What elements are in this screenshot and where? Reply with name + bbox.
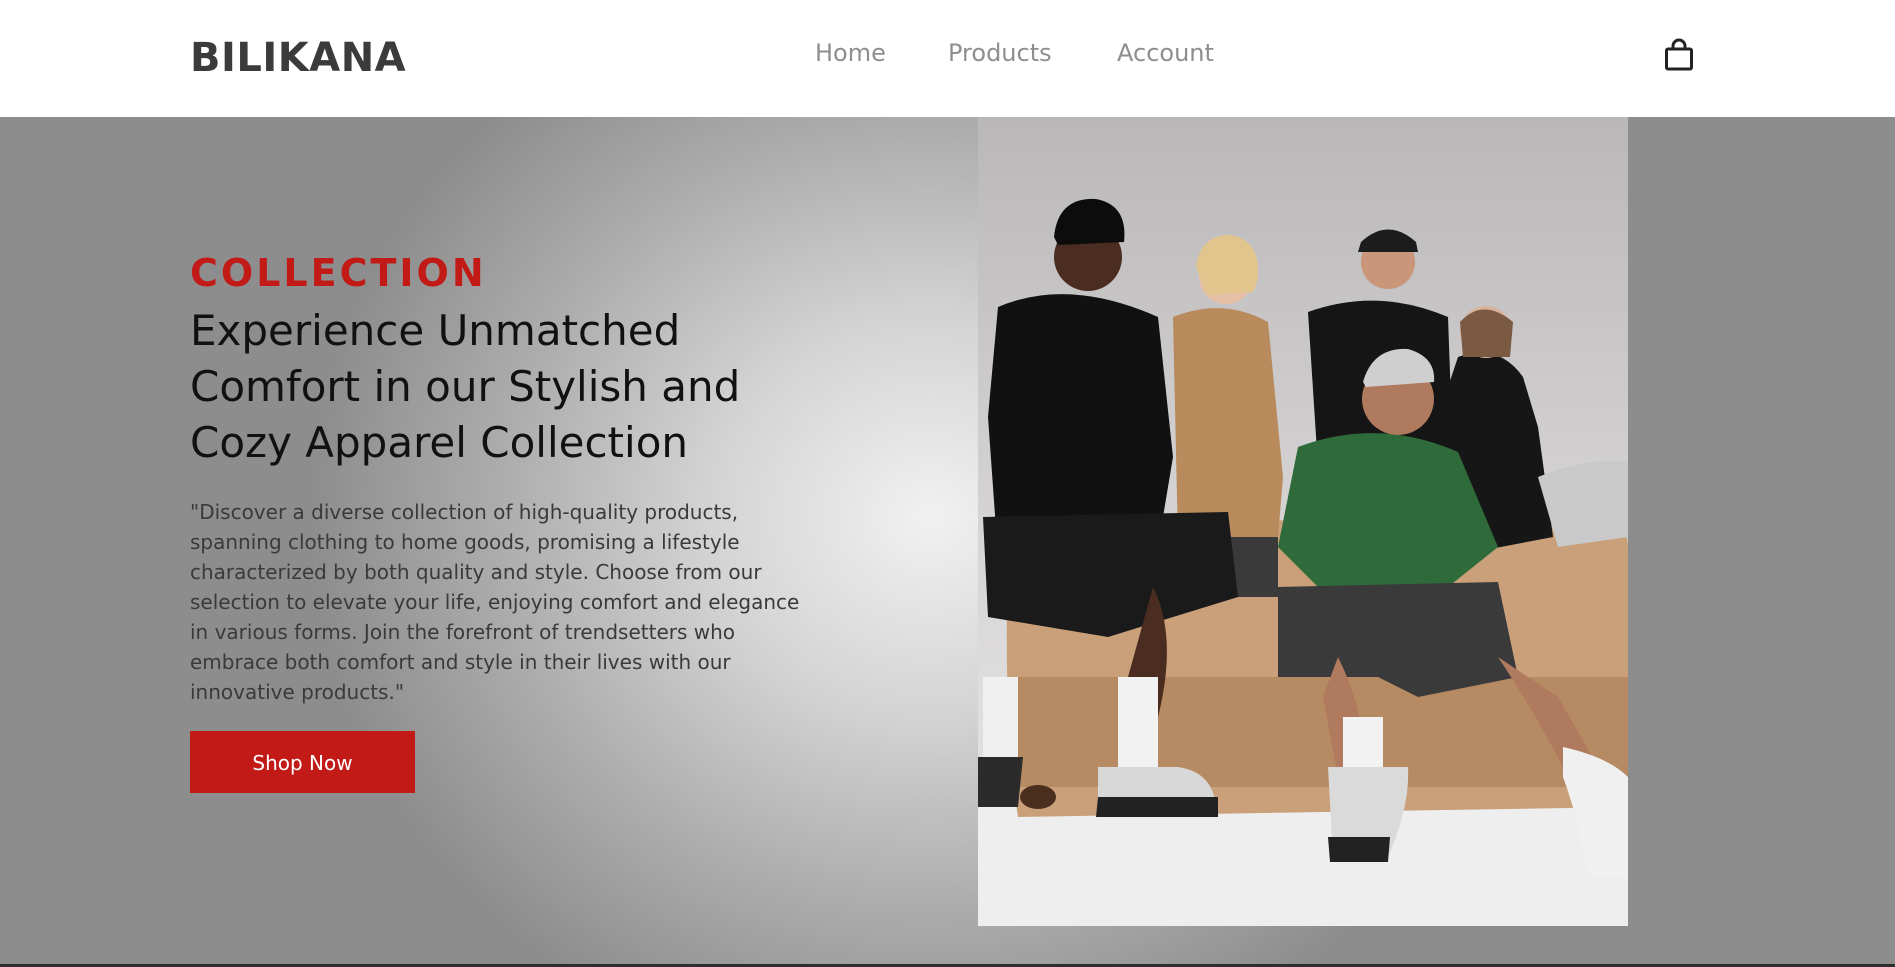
hero-section: COLLECTION Experience Unmatched Comfort … <box>0 117 1895 967</box>
nav-link-account[interactable]: Account <box>1117 36 1214 70</box>
shopping-bag-icon[interactable] <box>1664 38 1694 72</box>
hero-photo <box>978 117 1628 926</box>
brand-logo[interactable]: BILIKANA <box>190 30 406 86</box>
nav-link-products[interactable]: Products <box>948 36 1052 70</box>
nav-link-home[interactable]: Home <box>815 36 886 70</box>
hero-headline: Experience Unmatched Comfort in our Styl… <box>190 306 741 467</box>
shop-now-button[interactable]: Shop Now <box>190 731 415 793</box>
site-header: BILIKANA Home Products Account <box>0 0 1895 117</box>
hero-eyebrow: COLLECTION <box>190 251 487 295</box>
hero-description: "Discover a diverse collection of high-q… <box>190 500 800 704</box>
